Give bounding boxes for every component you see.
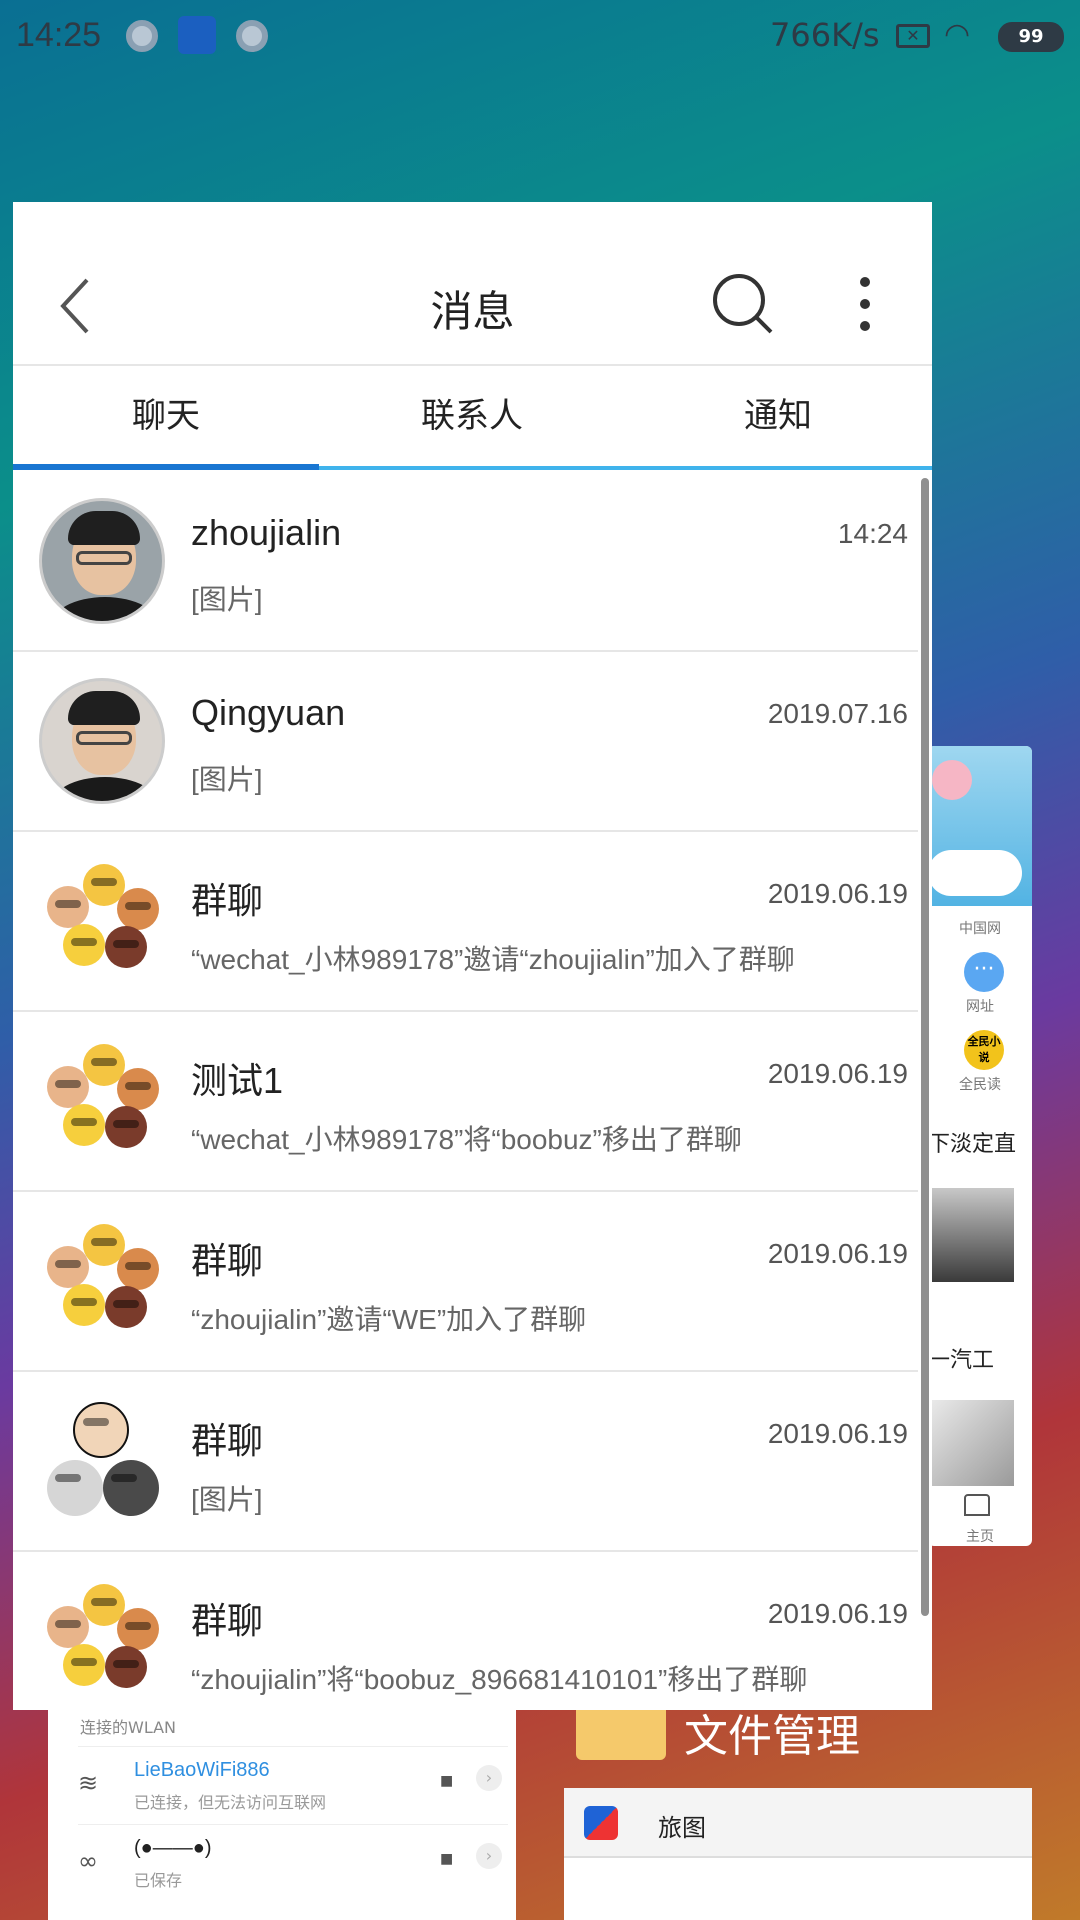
news-headline: 一汽工 [928, 1348, 995, 1373]
conversation-time: 2019.06.19 [767, 1598, 908, 1629]
site-label: 中国网 [959, 921, 1001, 937]
conversation-time: 2019.06.19 [767, 1418, 908, 1449]
tab-bar: 聊天 联系人 通知 [13, 366, 932, 472]
conversation-row[interactable]: 群聊 2019.06.19 “wechat_小林989178”邀请“zhouji… [13, 832, 918, 1012]
conversation-time: 2019.06.19 [767, 1238, 908, 1269]
avatar [39, 498, 165, 624]
recent-tutu-card[interactable]: 旅图 [564, 1788, 1032, 1920]
conversation-row[interactable]: 群聊 2019.06.19 “zhoujialin”邀请“WE”加入了群聊 [13, 1192, 918, 1372]
news-photo [932, 1188, 1014, 1282]
tutu-logo-icon [584, 1806, 618, 1840]
conversation-preview: [图片] [191, 1484, 263, 1515]
browser-search-bar [928, 850, 1022, 896]
tab-chat[interactable]: 聊天 [13, 366, 319, 466]
more-vert-icon [860, 277, 870, 331]
tutu-header: 旅图 [564, 1788, 1032, 1858]
search-button[interactable] [711, 272, 775, 336]
conversation-time: 2019.06.19 [767, 878, 908, 909]
group-avatar [43, 1580, 163, 1700]
wifi-icon: ≋ [78, 1769, 99, 1797]
network-speed: 766K/s [770, 16, 880, 54]
conversation-row[interactable]: 测试1 2019.06.19 “wechat_小林989178”将“boobuz… [13, 1012, 918, 1192]
page-title: 消息 [430, 287, 515, 336]
wifi-icon: ◠ [944, 17, 971, 52]
conversation-time: 2019.06.19 [767, 1058, 908, 1089]
conversation-name: zhoujialin [191, 512, 342, 553]
tab-contacts[interactable]: 联系人 [319, 366, 625, 466]
wlan-network-row: ∞ (●——●) 已保存 ■ › [78, 1824, 508, 1902]
link-icon: ∞ [78, 1847, 98, 1875]
more-icon: ··· [964, 952, 1004, 992]
status-bar: 14:25 766K/s ✕ ◠ 99 [0, 0, 1080, 72]
scrollbar[interactable] [919, 472, 929, 1704]
conversation-list: zhoujialin 14:24 [图片] Qingyuan 2019.07.1… [13, 472, 918, 1710]
group-avatar [43, 860, 163, 980]
messages-app-card[interactable]: 消息 聊天 联系人 通知 zhoujialin 14:24 [图片] Qingy… [13, 202, 932, 1710]
conversation-name: Qingyuan [191, 692, 346, 733]
lock-icon: ■ [440, 1851, 454, 1867]
conversation-name: 群聊 [191, 1420, 264, 1461]
notification-dot-icon [236, 20, 268, 52]
novel-label: 全民读 [959, 1077, 1001, 1093]
browser-banner [928, 746, 1032, 906]
conversation-name: 测试1 [191, 1060, 284, 1101]
home-label: 主页 [966, 1529, 994, 1545]
wlan-network-name: LieBaoWiFi886 [134, 1759, 270, 1781]
notification-dot-icon [126, 20, 158, 52]
home-icon [964, 1494, 990, 1516]
wlan-network-name: (●——●) [134, 1837, 212, 1859]
group-avatar [43, 1220, 163, 1340]
conversation-preview: “wechat_小林989178”将“boobuz”移出了群聊 [191, 1124, 742, 1155]
wlan-network-row: ≋ LieBaoWiFi886 已连接，但无法访问互联网 ■ › [78, 1746, 508, 1824]
tab-notifications[interactable]: 通知 [625, 366, 931, 466]
avatar [39, 678, 165, 804]
wlan-header: 连接的WLAN [80, 1718, 177, 1737]
conversation-name: 群聊 [191, 880, 264, 921]
conversation-preview: [图片] [191, 764, 263, 795]
more-button[interactable] [851, 274, 879, 334]
lock-icon: ■ [440, 1773, 454, 1789]
group-avatar [43, 1400, 163, 1520]
url-label: 网址 [966, 999, 994, 1015]
conversation-row[interactable]: zhoujialin 14:24 [图片] [13, 472, 918, 652]
tutu-title: 旅图 [658, 1815, 706, 1842]
conversation-time: 14:24 [837, 518, 908, 549]
conversation-name: 群聊 [191, 1240, 264, 1281]
search-icon [713, 274, 773, 334]
chevron-right-icon: › [476, 1843, 502, 1869]
wlan-network-status: 已保存 [134, 1871, 183, 1890]
app-bar: 消息 [13, 202, 932, 366]
lotus-image [932, 760, 972, 800]
conversation-row[interactable]: 群聊 2019.06.19 “zhoujialin”将“boobuz_89668… [13, 1552, 918, 1710]
conversation-preview: “wechat_小林989178”邀请“zhoujialin”加入了群聊 [191, 944, 795, 975]
conversation-preview: “zhoujialin”邀请“WE”加入了群聊 [191, 1304, 587, 1335]
conversation-name: 群聊 [191, 1600, 264, 1641]
battery-icon: 99 [998, 22, 1064, 52]
scrollbar-thumb[interactable] [921, 478, 929, 1616]
no-sim-icon: ✕ [896, 24, 930, 48]
conversation-row[interactable]: 群聊 2019.06.19 [图片] [13, 1372, 918, 1552]
app-notification-icon [178, 16, 216, 54]
group-avatar [43, 1040, 163, 1160]
conversation-row[interactable]: Qingyuan 2019.07.16 [图片] [13, 652, 918, 832]
chevron-right-icon: › [476, 1765, 502, 1791]
wlan-network-status: 已连接，但无法访问互联网 [134, 1793, 327, 1812]
news-photo [932, 1400, 1014, 1486]
conversation-preview: “zhoujialin”将“boobuz_896681410101”移出了群聊 [191, 1664, 808, 1695]
conversation-preview: [图片] [191, 584, 263, 615]
conversation-time: 2019.07.16 [767, 698, 908, 729]
recent-wlan-card[interactable]: 连接的WLAN ≋ LieBaoWiFi886 已连接，但无法访问互联网 ■ ›… [48, 1700, 516, 1920]
tab-active-indicator [13, 464, 319, 470]
news-headline: 下淡定直 [928, 1132, 1017, 1157]
tutu-body [564, 1858, 1032, 1920]
novel-badge-icon: 全民小说 [964, 1030, 1004, 1070]
recent-browser-card[interactable]: 中国网 ··· 网址 全民小说 全民读 下淡定直 一汽工 主页 [928, 746, 1032, 1546]
